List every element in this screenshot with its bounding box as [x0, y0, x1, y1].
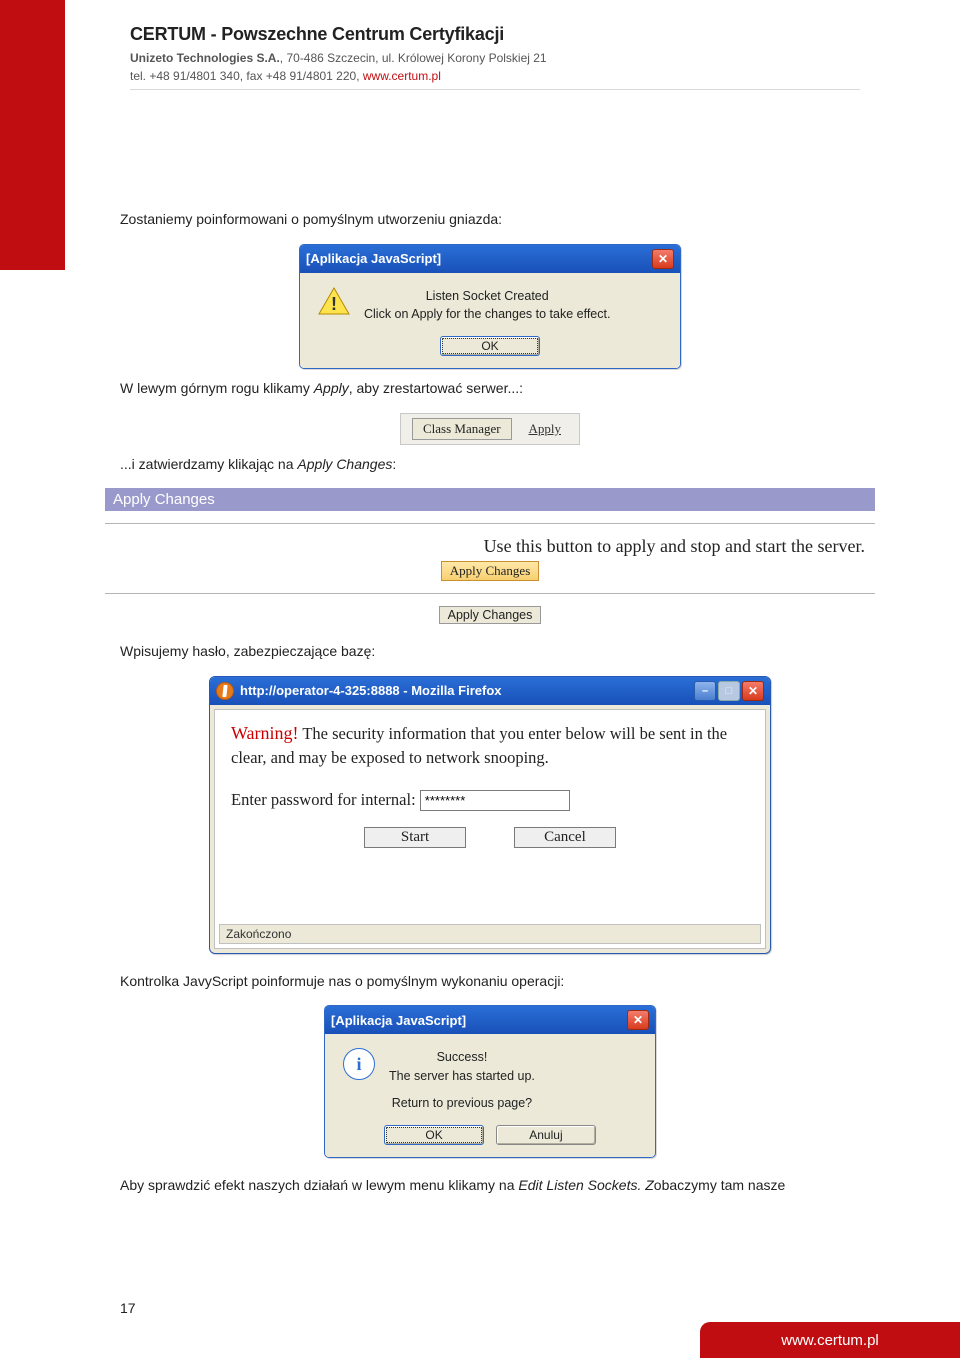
maximize-icon: □ — [718, 681, 740, 701]
password-input[interactable] — [420, 790, 570, 811]
apply-link[interactable]: Apply — [519, 419, 572, 439]
password-prompt-label: Enter password for internal: — [231, 790, 420, 809]
paragraph-1: Zostaniemy poinformowani o pomyślnym utw… — [120, 210, 860, 230]
close-icon[interactable]: ✕ — [652, 249, 674, 269]
info-icon: i — [343, 1048, 375, 1080]
dialog-line-3: Return to previous page? — [389, 1094, 535, 1113]
p6-italic: Edit Listen Sockets. Z — [518, 1177, 653, 1193]
document-header: CERTUM - Powszechne Centrum Certyfikacji… — [130, 24, 860, 90]
divider — [105, 593, 875, 594]
footer-url-tab: www.certum.pl — [700, 1322, 960, 1358]
apply-changes-banner: Apply Changes — [105, 488, 875, 511]
firefox-icon — [216, 682, 234, 700]
left-accent-bar — [0, 0, 65, 270]
p2-b: , aby zrestartować serwer...: — [349, 380, 523, 396]
class-manager-button[interactable]: Class Manager — [412, 418, 512, 440]
status-bar: Zakończono — [219, 924, 761, 944]
paragraph-4: Wpisujemy hasło, zabezpieczające bazę: — [120, 642, 860, 662]
dialog-title: [Aplikacja JavaScript] — [306, 251, 441, 266]
divider — [105, 523, 875, 524]
p3-b: : — [392, 456, 396, 472]
dialog-line-2: Click on Apply for the changes to take e… — [364, 305, 610, 324]
minimize-icon[interactable]: – — [694, 681, 716, 701]
header-link[interactable]: www.certum.pl — [363, 69, 441, 83]
dialog-line-1: Listen Socket Created — [364, 287, 610, 306]
warning-text: The security information that you enter … — [231, 724, 727, 767]
p3-italic: Apply Changes — [297, 456, 392, 472]
close-icon[interactable]: ✕ — [742, 681, 764, 701]
p2-italic: Apply — [314, 380, 349, 396]
paragraph-3: ...i zatwierdzamy klikając na Apply Chan… — [120, 455, 860, 475]
dialog-line-1: Success! — [389, 1048, 535, 1067]
p2-a: W lewym górnym rogu klikamy — [120, 380, 314, 396]
svg-text:!: ! — [331, 294, 337, 314]
close-icon[interactable]: ✕ — [627, 1010, 649, 1030]
dialog-title: [Aplikacja JavaScript] — [331, 1013, 466, 1028]
warning-icon: ! — [318, 287, 350, 315]
p6-a: Aby sprawdzić efekt naszych działań w le… — [120, 1177, 518, 1193]
start-button[interactable]: Start — [364, 827, 466, 848]
header-company: Unizeto Technologies S.A. — [130, 51, 280, 65]
p6-b: obaczymy tam nasze — [654, 1177, 786, 1193]
toolbar-fragment: Class Manager Apply — [400, 413, 580, 445]
paragraph-2: W lewym górnym rogu klikamy Apply, aby z… — [120, 379, 860, 399]
page-number: 17 — [120, 1300, 136, 1316]
warning-label: Warning! — [231, 723, 299, 743]
cancel-button[interactable]: Cancel — [514, 827, 616, 848]
header-address: , 70-486 Szczecin, ul. Królowej Korony P… — [280, 51, 547, 65]
firefox-window: http://operator-4-325:8888 - Mozilla Fir… — [209, 676, 771, 954]
paragraph-6: Aby sprawdzić efekt naszych działań w le… — [120, 1176, 860, 1196]
dialog-titlebar: [Aplikacja JavaScript] ✕ — [300, 245, 680, 273]
apply-changes-text: Use this button to apply and stop and st… — [105, 536, 875, 557]
header-title: CERTUM - Powszechne Centrum Certyfikacji — [130, 24, 860, 45]
firefox-title-text: http://operator-4-325:8888 - Mozilla Fir… — [240, 683, 502, 698]
firefox-titlebar: http://operator-4-325:8888 - Mozilla Fir… — [210, 677, 770, 705]
p3-a: ...i zatwierdzamy klikając na — [120, 456, 297, 472]
js-alert-socket-created: [Aplikacja JavaScript] ✕ ! Listen Socket… — [299, 244, 681, 370]
apply-changes-button-primary[interactable]: Apply Changes — [441, 561, 540, 581]
js-confirm-server-started: [Aplikacja JavaScript] ✕ i Success! The … — [324, 1005, 656, 1157]
header-phone: tel. +48 91/4801 340, fax +48 91/4801 22… — [130, 69, 363, 83]
ok-button[interactable]: OK — [384, 1125, 484, 1145]
dialog-line-2: The server has started up. — [389, 1067, 535, 1086]
ok-button[interactable]: OK — [440, 336, 540, 356]
apply-changes-button-secondary[interactable]: Apply Changes — [439, 606, 542, 624]
cancel-button[interactable]: Anuluj — [496, 1125, 596, 1145]
dialog-titlebar: [Aplikacja JavaScript] ✕ — [325, 1006, 655, 1034]
paragraph-5: Kontrolka JavyScript poinformuje nas o p… — [120, 972, 860, 992]
